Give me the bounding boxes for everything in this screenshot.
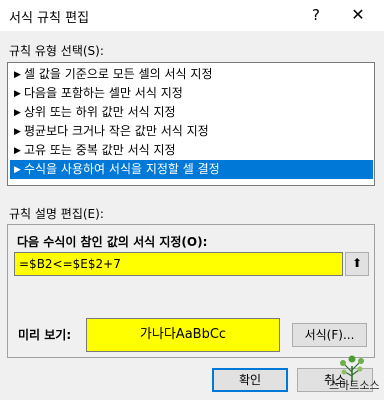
collapse-dialog-button[interactable]: ⬆ — [345, 252, 369, 276]
triangle-right-icon: ▶ — [14, 89, 21, 99]
preview-label: 미리 보기: — [18, 328, 72, 342]
formula-value: =$B2<=$E$2+7 — [19, 257, 121, 271]
rule-type-item[interactable]: ▶ 고유 또는 중복 값만 서식 지정 — [10, 141, 373, 160]
watermark-logo: 스마트소스 — [325, 352, 380, 396]
rule-description-label: 규칙 설명 편집(E): — [9, 207, 104, 221]
format-button[interactable]: 서식(F)... — [292, 323, 367, 347]
triangle-right-icon: ▶ — [14, 70, 21, 80]
arrow-up-icon: ⬆ — [351, 256, 363, 270]
triangle-right-icon: ▶ — [14, 146, 21, 156]
format-preview: 가나다AaBbCc — [86, 318, 280, 352]
rule-type-label: 규칙 유형 선택(S): — [9, 44, 104, 58]
rule-type-item-label: 셀 값을 기준으로 모든 셀의 서식 지정 — [24, 67, 213, 81]
rule-type-item-label: 고유 또는 중복 값만 서식 지정 — [24, 143, 176, 157]
rule-type-item-label: 수식을 사용하여 서식을 지정할 셀 결정 — [24, 162, 220, 176]
formula-label: 다음 수식이 참인 값의 서식 지정(O): — [17, 235, 208, 249]
triangle-right-icon: ▶ — [14, 165, 21, 175]
ok-button[interactable]: 확인 — [212, 368, 288, 392]
formula-input[interactable]: =$B2<=$E$2+7 — [14, 252, 343, 276]
rule-type-item[interactable]: ▶ 수식을 사용하여 서식을 지정할 셀 결정 — [10, 160, 373, 179]
rule-type-list[interactable]: ▶ 셀 값을 기준으로 모든 셀의 서식 지정 ▶ 다음을 포함하는 셀만 서식 지… — [7, 62, 375, 186]
title-bar: 서식 규칙 편집 ? ✕ — [0, 0, 384, 31]
rule-type-item-label: 다음을 포함하는 셀만 서식 지정 — [24, 86, 183, 100]
rule-type-item[interactable]: ▶ 다음을 포함하는 셀만 서식 지정 — [10, 84, 373, 103]
dialog-title: 서식 규칙 편집 — [9, 11, 90, 26]
rule-type-item-label: 평균보다 크거나 작은 값만 서식 지정 — [24, 124, 209, 138]
rule-type-item[interactable]: ▶ 셀 값을 기준으로 모든 셀의 서식 지정 — [10, 65, 373, 84]
rule-description-panel: 다음 수식이 참인 값의 서식 지정(O): =$B2<=$E$2+7 ⬆ 미리… — [7, 224, 375, 358]
close-button[interactable]: ✕ — [345, 4, 371, 26]
rule-type-item[interactable]: ▶ 평균보다 크거나 작은 값만 서식 지정 — [10, 122, 373, 141]
watermark-text: 스마트소스 — [329, 379, 380, 392]
triangle-right-icon: ▶ — [14, 108, 21, 118]
rule-type-item-label: 상위 또는 하위 값만 서식 지정 — [24, 105, 176, 119]
help-button[interactable]: ? — [304, 4, 328, 26]
triangle-right-icon: ▶ — [14, 127, 21, 137]
rule-type-item[interactable]: ▶ 상위 또는 하위 값만 서식 지정 — [10, 103, 373, 122]
